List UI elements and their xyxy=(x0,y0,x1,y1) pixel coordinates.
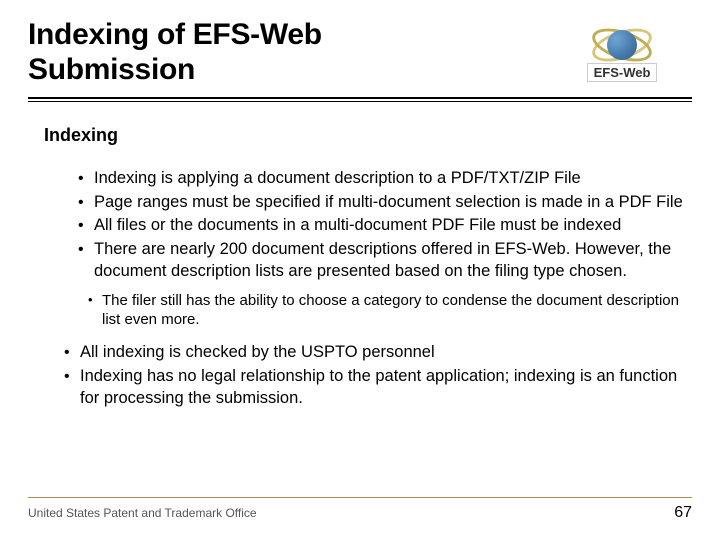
list-item: Page ranges must be specified if multi-d… xyxy=(78,192,686,214)
slide: Indexing of EFS-Web Submission EFS-Web I… xyxy=(0,0,720,540)
footer-rule xyxy=(28,497,692,498)
title-line-1: Indexing of EFS-Web xyxy=(28,18,322,53)
list-item: Indexing is applying a document descript… xyxy=(78,168,686,190)
header: Indexing of EFS-Web Submission EFS-Web xyxy=(28,18,692,87)
section-heading: Indexing xyxy=(44,124,686,148)
bullet-list-level0: All indexing is checked by the USPTO per… xyxy=(44,342,686,409)
footer-row: United States Patent and Trademark Offic… xyxy=(28,504,692,522)
title-line-2: Submission xyxy=(28,53,322,88)
efs-web-logo: EFS-Web xyxy=(552,23,692,82)
list-item: All files or the documents in a multi-do… xyxy=(78,215,686,237)
list-item: The filer still has the ability to choos… xyxy=(88,291,686,331)
bullet-list-level2: The filer still has the ability to choos… xyxy=(44,291,686,331)
footer-org: United States Patent and Trademark Offic… xyxy=(28,506,257,520)
page-number: 67 xyxy=(674,504,692,522)
footer: United States Patent and Trademark Offic… xyxy=(28,497,692,522)
bullet-list-level1: Indexing is applying a document descript… xyxy=(44,168,686,283)
list-item: There are nearly 200 document descriptio… xyxy=(78,239,686,283)
body: Indexing Indexing is applying a document… xyxy=(28,102,692,409)
list-item: All indexing is checked by the USPTO per… xyxy=(64,342,686,364)
header-rule-thick xyxy=(28,97,692,99)
logo-text: EFS-Web xyxy=(587,63,658,82)
globe-rings-icon xyxy=(587,23,657,67)
slide-title: Indexing of EFS-Web Submission xyxy=(28,18,322,87)
list-item: Indexing has no legal relationship to th… xyxy=(64,366,686,410)
